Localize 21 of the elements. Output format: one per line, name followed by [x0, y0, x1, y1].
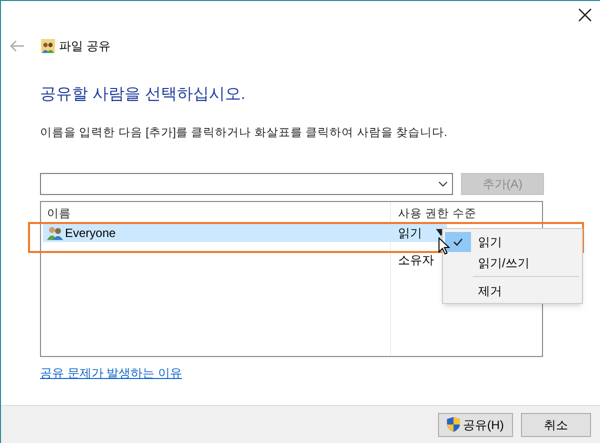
close-icon [578, 8, 592, 22]
chevron-down-icon [438, 181, 448, 188]
list-row[interactable]: Everyone 읽기 [43, 223, 447, 242]
column-header[interactable]: 사용 권한 수준 [390, 206, 476, 224]
shield-icon [447, 417, 460, 432]
menu-item[interactable]: 읽기/쓰기 [443, 252, 582, 273]
window-title: 파일 공유 [59, 38, 110, 55]
dialog-heading: 공유할 사람을 선택하십시오. [40, 85, 246, 105]
shared-users-icon [41, 39, 55, 53]
instruction-text: 이름을 입력한 다음 [추가]를 클릭하거나 화살표를 클릭하여 사람을 찾습니다. [40, 126, 448, 141]
user-name: Everyone [65, 224, 116, 242]
name-combo-box[interactable] [40, 173, 453, 196]
permission-level: 소유자 [398, 252, 434, 269]
column-header[interactable]: 이름 [41, 206, 390, 224]
help-link[interactable]: 공유 문제가 발생하는 이유 [40, 364, 182, 382]
menu-item[interactable]: 제거 [443, 280, 582, 301]
cancel-button[interactable]: 취소 [521, 412, 591, 436]
permission-level: 읽기 [398, 224, 422, 242]
mouse-cursor-icon [438, 237, 450, 255]
users-icon [47, 226, 63, 240]
share-button[interactable]: 공유(H) [438, 412, 513, 436]
